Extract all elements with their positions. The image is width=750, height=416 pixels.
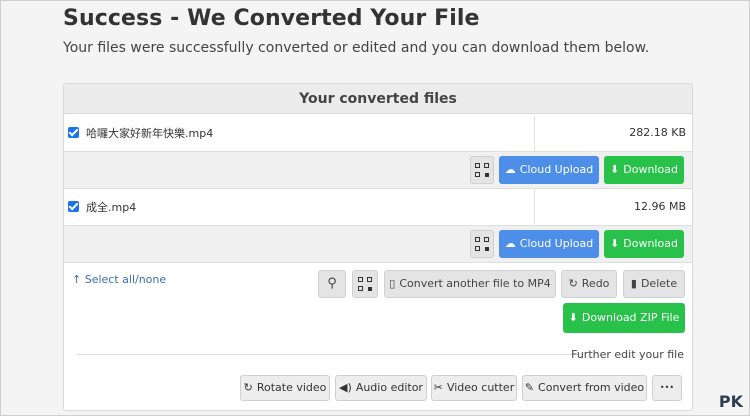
redo-icon: ↻ (568, 277, 578, 290)
file-icon: ▯ (389, 277, 396, 290)
speaker-icon: ◀) (339, 381, 352, 394)
cloud-upload-label: Cloud Upload (519, 237, 594, 250)
file-name: 哈囉大家好新年快樂.mp4 (86, 127, 214, 140)
qr-code-button[interactable] (470, 230, 494, 258)
file-actions: ☁ Cloud Upload ⬇ Download (64, 152, 692, 189)
pk-logo: PK (718, 392, 743, 411)
download-icon: ⬇ (610, 237, 620, 250)
file-actions: ☁ Cloud Upload ⬇ Download (64, 226, 692, 263)
page-subtitle: Your files were successfully converted o… (63, 40, 650, 56)
qr-code-icon (475, 163, 489, 177)
cloud-upload-icon: ☁ (504, 237, 516, 250)
qr-code-icon (475, 237, 489, 251)
redo-label: Redo (581, 277, 610, 290)
download-button[interactable]: ⬇ Download (604, 230, 684, 258)
divider (76, 354, 582, 355)
delete-label: Delete (640, 277, 678, 290)
cloud-upload-label: Cloud Upload (519, 163, 594, 176)
converted-files-panel: Your converted files 哈囉大家好新年快樂.mp4 282.1… (63, 83, 693, 411)
convert-from-video-button[interactable]: ✎ Convert from video (522, 375, 647, 401)
download-zip-button[interactable]: ⬇ Download ZIP File (563, 303, 685, 333)
file-row: 成全.mp4 12.96 MB (64, 189, 692, 226)
search-icon: ⚲ (327, 276, 337, 291)
rotate-video-label: Rotate video (256, 381, 327, 394)
convert-from-video-label: Convert from video (538, 381, 645, 394)
download-button[interactable]: ⬇ Download (604, 156, 684, 184)
scissors-icon: ✂ (433, 381, 443, 394)
page-title: Success - We Converted Your File (63, 6, 480, 31)
file-name: 成全.mp4 (86, 201, 137, 214)
rotate-icon: ↻ (243, 381, 253, 394)
download-label: Download (623, 163, 678, 176)
video-cutter-button[interactable]: ✂ Video cutter (431, 375, 517, 401)
cloud-upload-button[interactable]: ☁ Cloud Upload (499, 156, 599, 184)
file-size: 282.18 KB (629, 126, 686, 139)
file-name-cell: 成全.mp4 (64, 189, 535, 225)
delete-button[interactable]: ▮ Delete (623, 270, 685, 298)
further-edit-label: Further edit your file (571, 348, 684, 361)
file-row: 哈囉大家好新年快樂.mp4 282.18 KB (64, 115, 692, 152)
audio-editor-button[interactable]: ◀) Audio editor (335, 375, 427, 401)
select-all-link[interactable]: ↑ Select all/none (72, 273, 166, 286)
rotate-video-button[interactable]: ↻ Rotate video (240, 375, 330, 401)
file-checkbox[interactable] (68, 201, 79, 212)
more-options-icon: ••• (659, 383, 675, 392)
panel-title: Your converted files (64, 84, 692, 114)
select-all-label: Select all/none (84, 273, 167, 286)
more-options-button[interactable]: ••• (652, 375, 682, 401)
redo-button[interactable]: ↻ Redo (561, 270, 617, 298)
audio-editor-label: Audio editor (355, 381, 423, 394)
trash-icon: ▮ (630, 277, 637, 290)
file-name-cell: 哈囉大家好新年快樂.mp4 (64, 115, 535, 151)
convert-another-button[interactable]: ▯ Convert another file to MP4 (384, 270, 556, 298)
qr-code-button[interactable] (470, 156, 494, 184)
search-button[interactable]: ⚲ (318, 270, 346, 298)
edit-icon: ✎ (524, 381, 535, 394)
file-size: 12.96 MB (633, 200, 686, 213)
qr-code-icon (358, 277, 372, 291)
cloud-upload-button[interactable]: ☁ Cloud Upload (499, 230, 599, 258)
download-label: Download (623, 237, 678, 250)
download-icon: ⬇ (610, 163, 620, 176)
download-zip-label: Download ZIP File (581, 311, 680, 324)
cloud-upload-icon: ☁ (504, 163, 516, 176)
video-cutter-label: Video cutter (446, 381, 515, 394)
file-checkbox[interactable] (68, 127, 79, 138)
convert-another-label: Convert another file to MP4 (399, 277, 551, 290)
arrow-up-icon: ↑ (72, 273, 82, 286)
qr-code-button[interactable] (352, 270, 378, 298)
download-icon: ⬇ (568, 311, 578, 324)
